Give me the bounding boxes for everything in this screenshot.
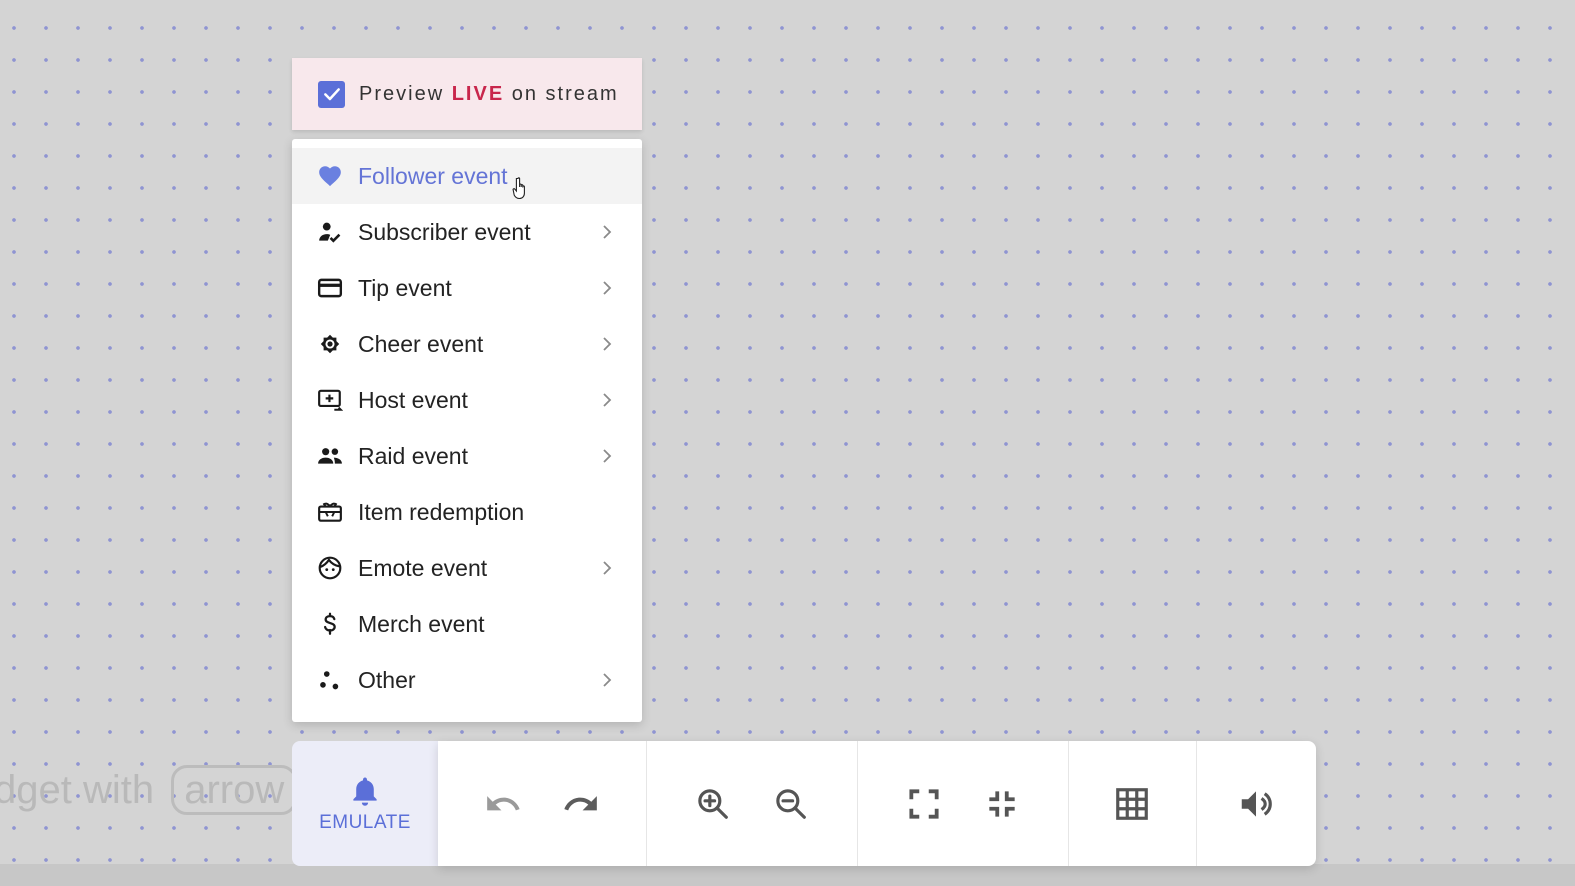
chevron-right-icon xyxy=(603,673,612,687)
preview-checkbox[interactable] xyxy=(318,80,345,108)
sound-group xyxy=(1197,741,1316,866)
menu-item-label: Subscriber event xyxy=(358,218,531,245)
menu-item-label: Tip event xyxy=(358,274,452,301)
menu-item-label: Item redemption xyxy=(358,498,525,525)
credit-card-icon xyxy=(316,274,344,302)
background-hint-text: dget with arrow xyxy=(0,762,298,818)
menu-item-merch-event[interactable]: Merch event xyxy=(292,596,642,652)
preview-label-suffix: on stream xyxy=(511,82,619,105)
hand-cursor-icon xyxy=(512,177,525,200)
chevron-right-icon xyxy=(603,281,612,295)
menu-item-label: Emote event xyxy=(358,554,488,581)
heart-icon xyxy=(316,162,344,190)
face-icon xyxy=(316,554,344,582)
editor-toolbar xyxy=(438,741,1316,866)
hint-text-label: dget with xyxy=(0,768,155,812)
chevron-right-icon xyxy=(603,337,612,351)
gear-badge-icon xyxy=(316,330,344,358)
menu-item-follower-event[interactable]: Follower event xyxy=(292,148,642,204)
menu-item-host-event[interactable]: Host event xyxy=(292,372,642,428)
menu-item-tip-event[interactable]: Tip event xyxy=(292,260,642,316)
chevron-right-icon xyxy=(603,225,612,239)
dollar-icon xyxy=(316,610,344,638)
preview-label: Preview LIVE on stream xyxy=(359,83,619,106)
preview-live-toggle[interactable]: Preview LIVE on stream xyxy=(292,58,642,130)
fullscreen-button[interactable] xyxy=(905,785,943,823)
menu-item-label: Host event xyxy=(358,386,468,413)
undo-button[interactable] xyxy=(484,785,522,823)
menu-item-label: Cheer event xyxy=(358,330,484,357)
menu-item-subscriber-event[interactable]: Subscriber event xyxy=(292,204,642,260)
emulate-label: EMULATE xyxy=(319,811,411,833)
undo-icon xyxy=(487,795,520,810)
bell-icon xyxy=(353,777,377,806)
canvas-bottom-strip xyxy=(0,864,1575,886)
emulate-event-menu: Follower event Subscriber event Tip even… xyxy=(292,139,642,722)
exit-fullscreen-icon xyxy=(989,790,1015,817)
gift-card-icon xyxy=(316,498,344,526)
menu-item-emote-event[interactable]: Emote event xyxy=(292,540,642,596)
exit-fullscreen-button[interactable] xyxy=(983,785,1021,823)
view-group xyxy=(858,741,1070,866)
menu-item-cheer-event[interactable]: Cheer event xyxy=(292,316,642,372)
menu-item-label: Follower event xyxy=(358,162,508,189)
volume-icon xyxy=(1242,790,1273,817)
zoom-out-button[interactable] xyxy=(772,785,810,823)
dots-icon xyxy=(316,666,344,694)
chevron-right-icon xyxy=(603,393,612,407)
screen-add-icon xyxy=(316,386,344,414)
redo-button[interactable] xyxy=(562,785,600,823)
checkmark-icon xyxy=(323,88,340,101)
menu-item-label: Raid event xyxy=(358,442,468,469)
people-icon xyxy=(316,442,344,470)
redo-icon xyxy=(564,795,597,810)
chevron-right-icon xyxy=(603,561,612,575)
menu-item-other[interactable]: Other xyxy=(292,652,642,708)
menu-item-label: Other xyxy=(358,666,416,693)
history-group xyxy=(438,741,648,866)
zoom-in-button[interactable] xyxy=(694,785,732,823)
hint-key-badge: arrow xyxy=(171,765,298,815)
zoom-group xyxy=(647,741,859,866)
menu-item-label: Merch event xyxy=(358,610,485,637)
emulate-button[interactable]: EMULATE xyxy=(292,741,438,866)
zoom-in-icon xyxy=(698,788,728,819)
menu-item-raid-event[interactable]: Raid event xyxy=(292,428,642,484)
volume-button[interactable] xyxy=(1237,785,1275,823)
fullscreen-icon xyxy=(909,788,939,819)
zoom-out-icon xyxy=(776,788,806,819)
grid-group xyxy=(1069,741,1197,866)
menu-item-item-redemption[interactable]: Item redemption xyxy=(292,484,642,540)
preview-label-prefix: Preview xyxy=(359,82,445,105)
grid-icon xyxy=(1116,787,1149,820)
grid-button[interactable] xyxy=(1113,785,1151,823)
chevron-right-icon xyxy=(603,449,612,463)
preview-label-live: LIVE xyxy=(451,82,505,105)
person-check-icon xyxy=(316,218,344,246)
